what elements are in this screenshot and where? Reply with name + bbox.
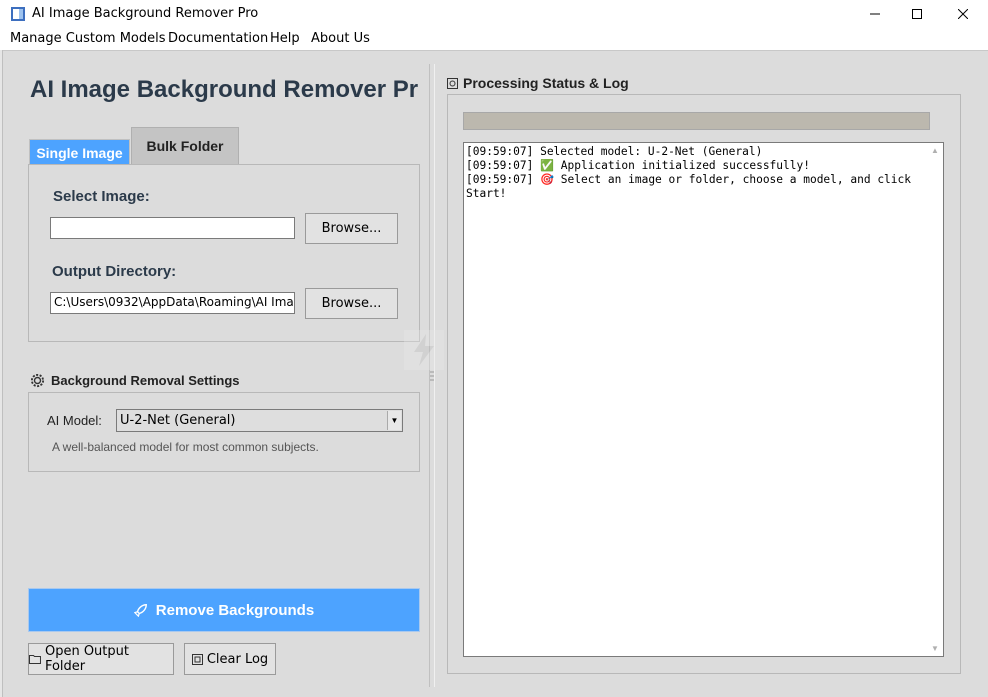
clear-log-label: Clear Log <box>206 651 269 667</box>
log-scrollbar[interactable]: ▲ ▼ <box>927 143 943 656</box>
settings-title: Background Removal Settings <box>30 373 240 388</box>
left-edge <box>0 50 3 697</box>
maximize-icon <box>912 9 922 19</box>
menu-bar: Manage Custom Models Documentation Help … <box>0 28 988 50</box>
progress-fill <box>464 113 929 129</box>
log-title-text: Processing Status & Log <box>463 75 629 91</box>
menu-about-us[interactable]: About Us <box>311 31 370 46</box>
menu-manage-custom-models[interactable]: Manage Custom Models <box>10 31 166 46</box>
app-icon <box>11 7 25 21</box>
ai-model-select[interactable]: U-2-Net (General) ▼ <box>116 409 403 432</box>
select-image-input[interactable] <box>50 217 295 239</box>
tab-bulk-folder[interactable]: Bulk Folder <box>131 127 239 164</box>
log-textbox[interactable]: [09:59:07] Selected model: U-2-Net (Gene… <box>463 142 944 657</box>
scroll-up-icon[interactable]: ▲ <box>931 146 939 155</box>
browse-output-button[interactable]: Browse... <box>305 288 398 319</box>
splitter-grip-icon[interactable] <box>430 370 434 382</box>
tab-single-image[interactable]: Single Image <box>29 139 130 165</box>
close-icon <box>958 9 968 19</box>
ai-model-value: U-2-Net (General) <box>120 413 236 428</box>
ai-model-label: AI Model: <box>47 413 102 428</box>
close-button[interactable] <box>940 0 986 28</box>
select-image-label: Select Image: <box>53 188 150 205</box>
settings-title-text: Background Removal Settings <box>51 373 240 388</box>
scroll-down-icon[interactable]: ▼ <box>931 644 939 653</box>
minimize-button[interactable] <box>852 0 898 28</box>
clear-icon <box>191 653 203 665</box>
remove-backgrounds-label: Remove Backgrounds <box>155 601 315 619</box>
log-text: [09:59:07] Selected model: U-2-Net (Gene… <box>466 145 911 200</box>
output-directory-label: Output Directory: <box>52 263 177 280</box>
app-heading: AI Image Background Remover Pr <box>30 76 419 103</box>
open-output-folder-button[interactable]: Open Output Folder <box>28 643 174 675</box>
log-icon <box>447 77 458 89</box>
clear-log-button[interactable]: Clear Log <box>184 643 276 675</box>
menu-documentation[interactable]: Documentation <box>168 31 268 46</box>
maximize-button[interactable] <box>894 0 940 28</box>
gear-icon <box>30 373 45 388</box>
watermark-logo <box>404 330 444 370</box>
open-output-folder-label: Open Output Folder <box>44 644 129 674</box>
minimize-icon <box>870 13 880 15</box>
output-directory-input[interactable]: C:\Users\0932\AppData\Roaming\AI Ima <box>50 292 295 314</box>
chevron-down-icon[interactable]: ▼ <box>387 411 401 430</box>
browse-image-button[interactable]: Browse... <box>305 213 398 244</box>
settings-panel <box>28 392 420 472</box>
window-title: AI Image Background Remover Pro <box>32 6 259 21</box>
title-bar: AI Image Background Remover Pro <box>0 0 988 28</box>
folder-icon <box>29 655 41 664</box>
rocket-icon <box>133 604 147 617</box>
log-title: Processing Status & Log <box>447 75 629 91</box>
ai-model-description: A well-balanced model for most common su… <box>52 440 319 454</box>
remove-backgrounds-button[interactable]: Remove Backgrounds <box>28 588 420 632</box>
menu-help[interactable]: Help <box>270 31 300 46</box>
progress-bar <box>463 112 930 130</box>
